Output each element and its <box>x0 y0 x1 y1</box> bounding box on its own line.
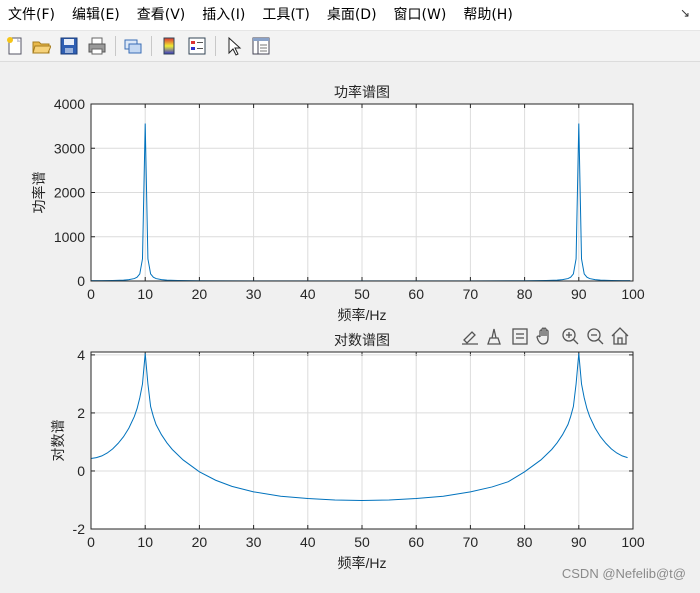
y-tick-label: 3000 <box>54 140 85 156</box>
y-tick-labels: 0 1000 2000 3000 4000 <box>54 96 85 289</box>
figure-canvas: 0 10 20 30 40 50 60 70 80 90 100 0 1000 2000 3000 4000… <box>0 62 700 589</box>
log-spectrum-axes[interactable]: 0 10 20 30 40 50 60 70 80 90 100 -2024 对数谱图 频率/Hz … <box>50 332 645 571</box>
toolbar-separator <box>215 36 216 56</box>
brush-icon[interactable] <box>462 331 478 345</box>
x-tick-label: 70 <box>463 534 479 550</box>
y-axis-label: 功率谱 <box>31 172 47 214</box>
menu-edit[interactable]: 编辑(E) <box>64 0 129 30</box>
x-tick-label: 100 <box>621 534 645 550</box>
x-tick-label: 10 <box>137 286 153 302</box>
save-icon[interactable] <box>57 34 81 58</box>
x-tick-label: 50 <box>354 534 370 550</box>
x-tick-label: 10 <box>137 534 153 550</box>
watermark: CSDN @Nefelib@t@ <box>561 566 686 581</box>
y-tick-labels: -2 0 2 4 <box>73 347 86 537</box>
pointer-icon[interactable] <box>222 34 246 58</box>
pan-hand-icon[interactable] <box>536 327 549 345</box>
axes-title: 功率谱图 <box>334 84 390 100</box>
zoom-in-icon[interactable] <box>562 328 579 345</box>
colorbar-icon[interactable] <box>157 34 181 58</box>
zoom-out-icon[interactable] <box>587 328 604 345</box>
dock-arrow-icon[interactable]: ↘ <box>680 6 690 20</box>
export-icon[interactable] <box>512 328 528 345</box>
x-tick-label: 0 <box>87 286 95 302</box>
x-tick-label: 0 <box>87 534 95 550</box>
y-tick-label: 1000 <box>54 229 85 245</box>
menu-help[interactable]: 帮助(H) <box>455 0 521 30</box>
y-tick-label: 2000 <box>54 185 85 201</box>
power-spectrum-axes[interactable]: 0 10 20 30 40 50 60 70 80 90 100 0 1000 2000 3000 4000… <box>31 84 645 323</box>
home-icon[interactable] <box>611 327 629 345</box>
new-figure-icon[interactable] <box>3 34 27 58</box>
y-tick-label: 0 <box>77 463 85 479</box>
toolbar-separator <box>115 36 116 56</box>
x-tick-label: 50 <box>354 286 370 302</box>
y-tick-label: -2 <box>73 521 86 537</box>
x-tick-labels: 0 10 20 30 40 50 60 70 80 90 100 <box>87 286 645 302</box>
x-tick-labels: 0 10 20 30 40 50 60 70 80 90 100 <box>87 534 645 550</box>
data-tips-icon[interactable] <box>487 328 501 345</box>
x-tick-label: 40 <box>300 534 316 550</box>
x-tick-label: 100 <box>621 286 645 302</box>
figure-toolbar <box>0 31 700 62</box>
open-file-icon[interactable] <box>29 34 53 58</box>
x-tick-label: 80 <box>517 534 533 550</box>
y-tick-label: 0 <box>77 273 85 289</box>
x-tick-label: 30 <box>246 534 262 550</box>
menu-insert[interactable]: 插入(I) <box>194 0 254 30</box>
menu-view[interactable]: 查看(V) <box>129 0 195 30</box>
print-icon[interactable] <box>85 34 109 58</box>
x-tick-label: 90 <box>571 534 587 550</box>
legend-icon[interactable] <box>185 34 209 58</box>
y-tick-label: 4 <box>77 347 85 363</box>
x-tick-label: 20 <box>192 286 208 302</box>
x-axis-label: 频率/Hz <box>338 307 387 323</box>
x-tick-label: 70 <box>463 286 479 302</box>
axes-toolbar <box>462 327 629 345</box>
y-tick-label: 4000 <box>54 96 85 112</box>
toolbar-separator <box>151 36 152 56</box>
x-tick-label: 80 <box>517 286 533 302</box>
menu-bar: 文件(F) 编辑(E) 查看(V) 插入(I) 工具(T) 桌面(D) 窗口(W… <box>0 0 700 31</box>
menu-window[interactable]: 窗口(W) <box>386 0 456 30</box>
x-axis-label: 频率/Hz <box>338 555 387 571</box>
x-tick-label: 40 <box>300 286 316 302</box>
link-icon[interactable] <box>121 34 145 58</box>
axes-title: 对数谱图 <box>334 332 390 348</box>
x-tick-label: 30 <box>246 286 262 302</box>
x-tick-label: 60 <box>408 534 424 550</box>
x-tick-label: 60 <box>408 286 424 302</box>
y-tick-label: 2 <box>77 405 85 421</box>
figure-svg: 0 10 20 30 40 50 60 70 80 90 100 01000200030004000… <box>31 84 645 571</box>
property-inspector-icon[interactable] <box>249 34 273 58</box>
menu-file[interactable]: 文件(F) <box>0 0 64 30</box>
menu-tools[interactable]: 工具(T) <box>254 0 318 30</box>
menu-desktop[interactable]: 桌面(D) <box>319 0 386 30</box>
x-tick-label: 20 <box>192 534 208 550</box>
x-tick-label: 90 <box>571 286 587 302</box>
y-axis-label: 对数谱 <box>50 420 66 462</box>
